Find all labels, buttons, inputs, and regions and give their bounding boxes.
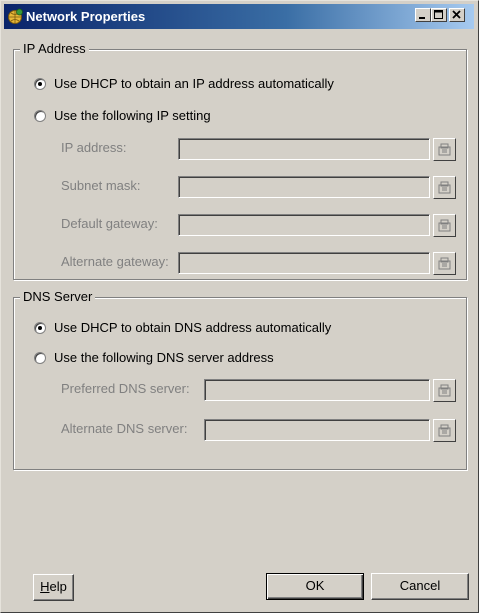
help-label-rest: elp (49, 579, 67, 594)
network-card-icon (438, 257, 451, 270)
dns-server-group: DNS Server Use DHCP to obtain DNS addres… (13, 289, 467, 470)
minimize-button[interactable] (415, 8, 431, 22)
ip-address-legend: IP Address (20, 41, 89, 56)
title-bar[interactable]: Network Properties (4, 4, 474, 29)
dns-manual-label: Use the following DNS server address (54, 350, 274, 365)
ok-button[interactable]: OK (266, 573, 364, 600)
preferred-dns-picker-button[interactable] (433, 379, 456, 402)
ip-manual-radio[interactable] (34, 109, 46, 122)
ip-address-label: IP address: (61, 140, 127, 155)
ip-address-group: IP Address Use DHCP to obtain an IP addr… (13, 41, 467, 280)
subnet-mask-label: Subnet mask: (61, 178, 141, 193)
preferred-dns-field[interactable] (204, 379, 430, 401)
minimize-icon (419, 17, 425, 19)
network-globe-icon (8, 8, 23, 24)
ip-dhcp-label: Use DHCP to obtain an IP address automat… (54, 76, 334, 91)
dns-server-legend: DNS Server (20, 289, 96, 304)
alternate-gateway-picker-button[interactable] (433, 252, 456, 275)
network-card-icon (438, 384, 451, 397)
dns-dhcp-option[interactable]: Use DHCP to obtain DNS address automatic… (34, 320, 331, 335)
dns-manual-option[interactable]: Use the following DNS server address (34, 350, 274, 365)
network-card-icon (438, 143, 451, 156)
help-accelerator: H (40, 579, 50, 594)
alternate-dns-picker-button[interactable] (433, 419, 456, 442)
close-icon (452, 10, 461, 19)
network-card-icon (438, 219, 451, 232)
network-card-icon (438, 424, 451, 437)
alternate-dns-field[interactable] (204, 419, 430, 441)
help-button[interactable]: Help (33, 574, 74, 601)
preferred-dns-label: Preferred DNS server: (61, 381, 190, 396)
alternate-gateway-field[interactable] (178, 252, 430, 274)
ip-manual-label: Use the following IP setting (54, 108, 211, 123)
subnet-mask-field[interactable] (178, 176, 430, 198)
network-card-icon (438, 181, 451, 194)
maximize-button[interactable] (431, 8, 447, 22)
maximize-icon (434, 10, 443, 19)
ip-address-field[interactable] (178, 138, 430, 160)
alternate-gateway-label: Alternate gateway: (61, 254, 169, 269)
dns-manual-radio[interactable] (34, 351, 46, 364)
dns-dhcp-radio[interactable] (34, 321, 46, 334)
dns-dhcp-label: Use DHCP to obtain DNS address automatic… (54, 320, 332, 335)
ip-dhcp-radio[interactable] (34, 77, 46, 90)
alternate-dns-label: Alternate DNS server: (61, 421, 188, 436)
window-title: Network Properties (26, 9, 146, 24)
default-gateway-picker-button[interactable] (433, 214, 456, 237)
default-gateway-label: Default gateway: (61, 216, 158, 231)
cancel-button[interactable]: Cancel (371, 573, 469, 600)
network-properties-dialog: Network Properties IP Address Use DHCP t… (0, 0, 479, 613)
default-gateway-field[interactable] (178, 214, 430, 236)
ip-address-picker-button[interactable] (433, 138, 456, 161)
ip-manual-option[interactable]: Use the following IP setting (34, 108, 211, 123)
ip-dhcp-option[interactable]: Use DHCP to obtain an IP address automat… (34, 76, 334, 91)
close-button[interactable] (449, 8, 465, 22)
subnet-mask-picker-button[interactable] (433, 176, 456, 199)
